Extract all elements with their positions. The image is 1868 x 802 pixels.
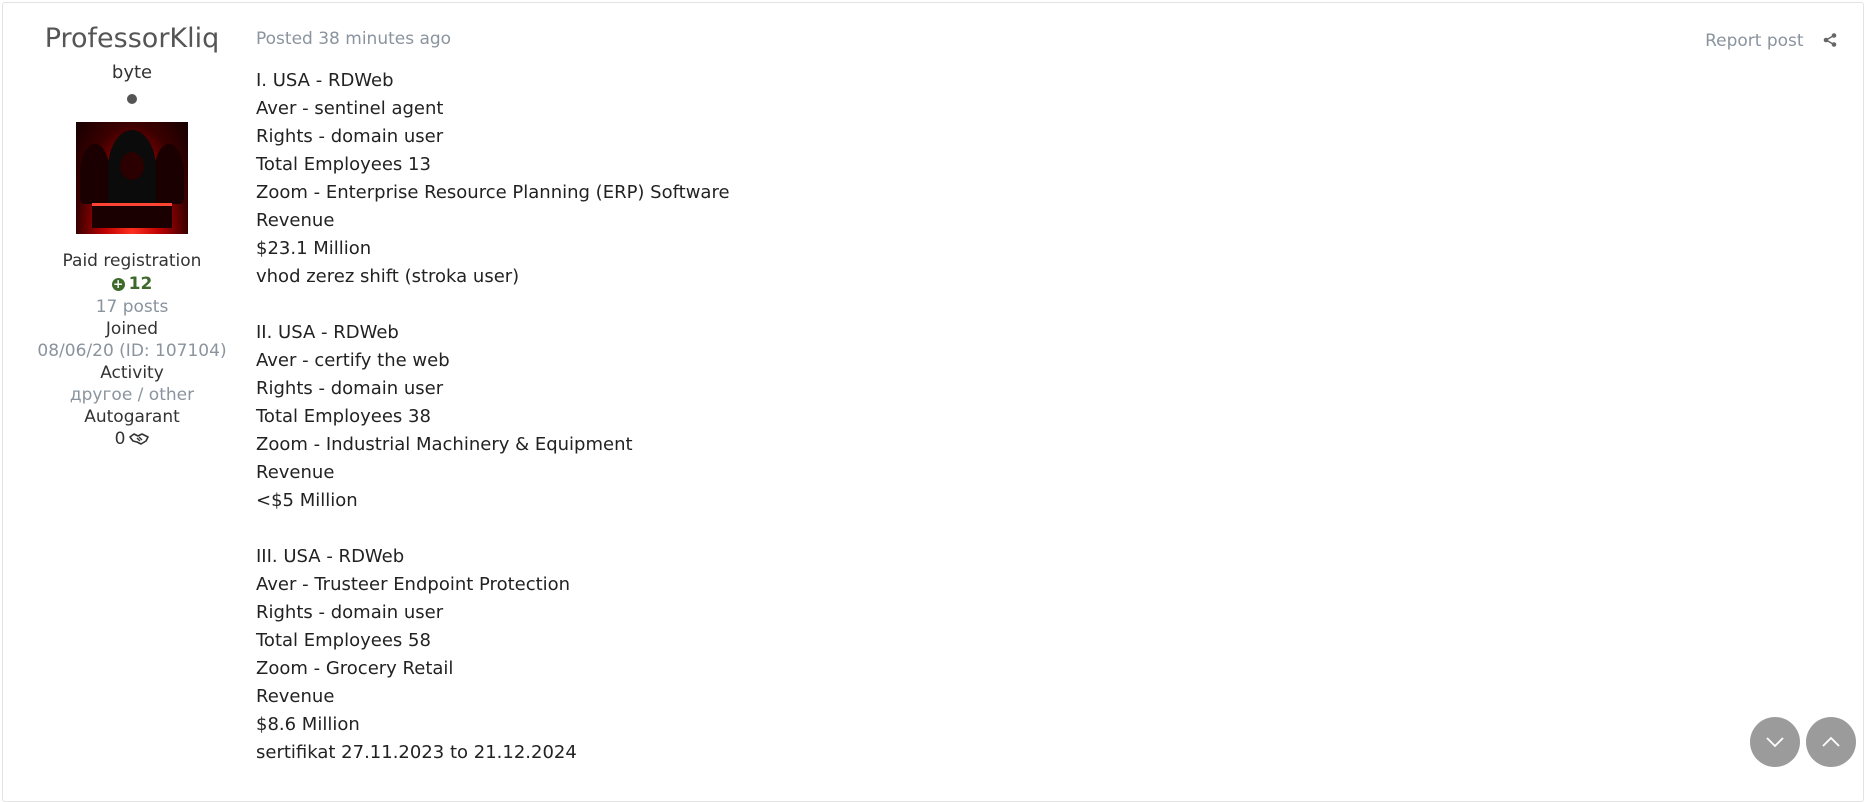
post-timestamp[interactable]: Posted 38 minutes ago bbox=[256, 27, 730, 51]
handshake-icon bbox=[129, 430, 150, 452]
post-line: vhod zerez shift (stroka user) bbox=[256, 266, 520, 287]
scroll-up-button[interactable] bbox=[1806, 717, 1856, 767]
author-rank: byte bbox=[111, 62, 153, 83]
report-post-label[interactable]: Report post bbox=[1705, 31, 1803, 51]
autogarant-count: 0 bbox=[114, 429, 126, 449]
post-count[interactable]: 17 posts bbox=[27, 296, 237, 318]
post-line: Aver - Trusteer Endpoint Protection bbox=[256, 574, 571, 595]
post-line: $8.6 Million bbox=[256, 714, 360, 735]
activity-value: другое / other bbox=[69, 385, 195, 405]
post-line: Total Employees 58 bbox=[256, 630, 431, 651]
scroll-down-button[interactable] bbox=[1750, 717, 1800, 767]
post-line: Aver - sentinel agent bbox=[256, 98, 444, 119]
chevron-down-icon bbox=[1765, 733, 1785, 752]
report-post-link[interactable]: Report post bbox=[1705, 31, 1837, 52]
author-name[interactable]: ProfessorKliq bbox=[27, 21, 237, 57]
post-line: Revenue bbox=[256, 210, 335, 231]
post-line: Rights - domain user bbox=[256, 378, 444, 399]
post-line: I. USA - RDWeb bbox=[256, 70, 394, 91]
avatar[interactable] bbox=[76, 122, 188, 234]
post-line: Revenue bbox=[256, 686, 335, 707]
chevron-up-icon bbox=[1821, 733, 1841, 752]
post-line: $23.1 Million bbox=[256, 238, 372, 259]
author-panel: ProfessorKliq byte Paid registration +12… bbox=[27, 21, 237, 452]
reputation-count: 12 bbox=[128, 274, 153, 294]
forum-post: ProfessorKliq byte Paid registration +12… bbox=[2, 2, 1864, 802]
joined-label: Joined bbox=[105, 319, 159, 339]
share-icon[interactable] bbox=[1823, 32, 1837, 52]
joined-value: 08/06/20 (ID: 107104) bbox=[37, 341, 227, 361]
activity-label: Activity bbox=[100, 363, 164, 383]
reputation-badge: +12 bbox=[27, 272, 237, 296]
autogarant-value: 0 bbox=[27, 428, 237, 452]
autogarant-label: Autogarant bbox=[84, 407, 180, 427]
post-line: Aver - certify the web bbox=[256, 350, 450, 371]
online-status-icon bbox=[127, 94, 137, 104]
post-line: Total Employees 13 bbox=[256, 154, 431, 175]
post-line: Zoom - Industrial Machinery & Equipment bbox=[256, 434, 633, 455]
post-content: Posted 38 minutes ago I. USA - RDWeb Aver… bbox=[256, 27, 730, 767]
plus-circle-icon: + bbox=[111, 277, 125, 291]
post-line: <$5 Million bbox=[256, 490, 358, 511]
post-line: sertifikat 27.11.2023 to 21.12.2024 bbox=[256, 742, 577, 763]
post-line: Zoom - Grocery Retail bbox=[256, 658, 454, 679]
post-line: Rights - domain user bbox=[256, 602, 444, 623]
post-body: I. USA - RDWeb Aver - sentinel agent Right… bbox=[256, 67, 730, 767]
post-line: Rights - domain user bbox=[256, 126, 444, 147]
post-line: II. USA - RDWeb bbox=[256, 322, 399, 343]
post-line: Zoom - Enterprise Resource Planning (ERP… bbox=[256, 182, 730, 203]
post-line: III. USA - RDWeb bbox=[256, 546, 405, 567]
post-line: Revenue bbox=[256, 462, 335, 483]
member-group: Paid registration bbox=[62, 251, 202, 271]
post-line: Total Employees 38 bbox=[256, 406, 431, 427]
